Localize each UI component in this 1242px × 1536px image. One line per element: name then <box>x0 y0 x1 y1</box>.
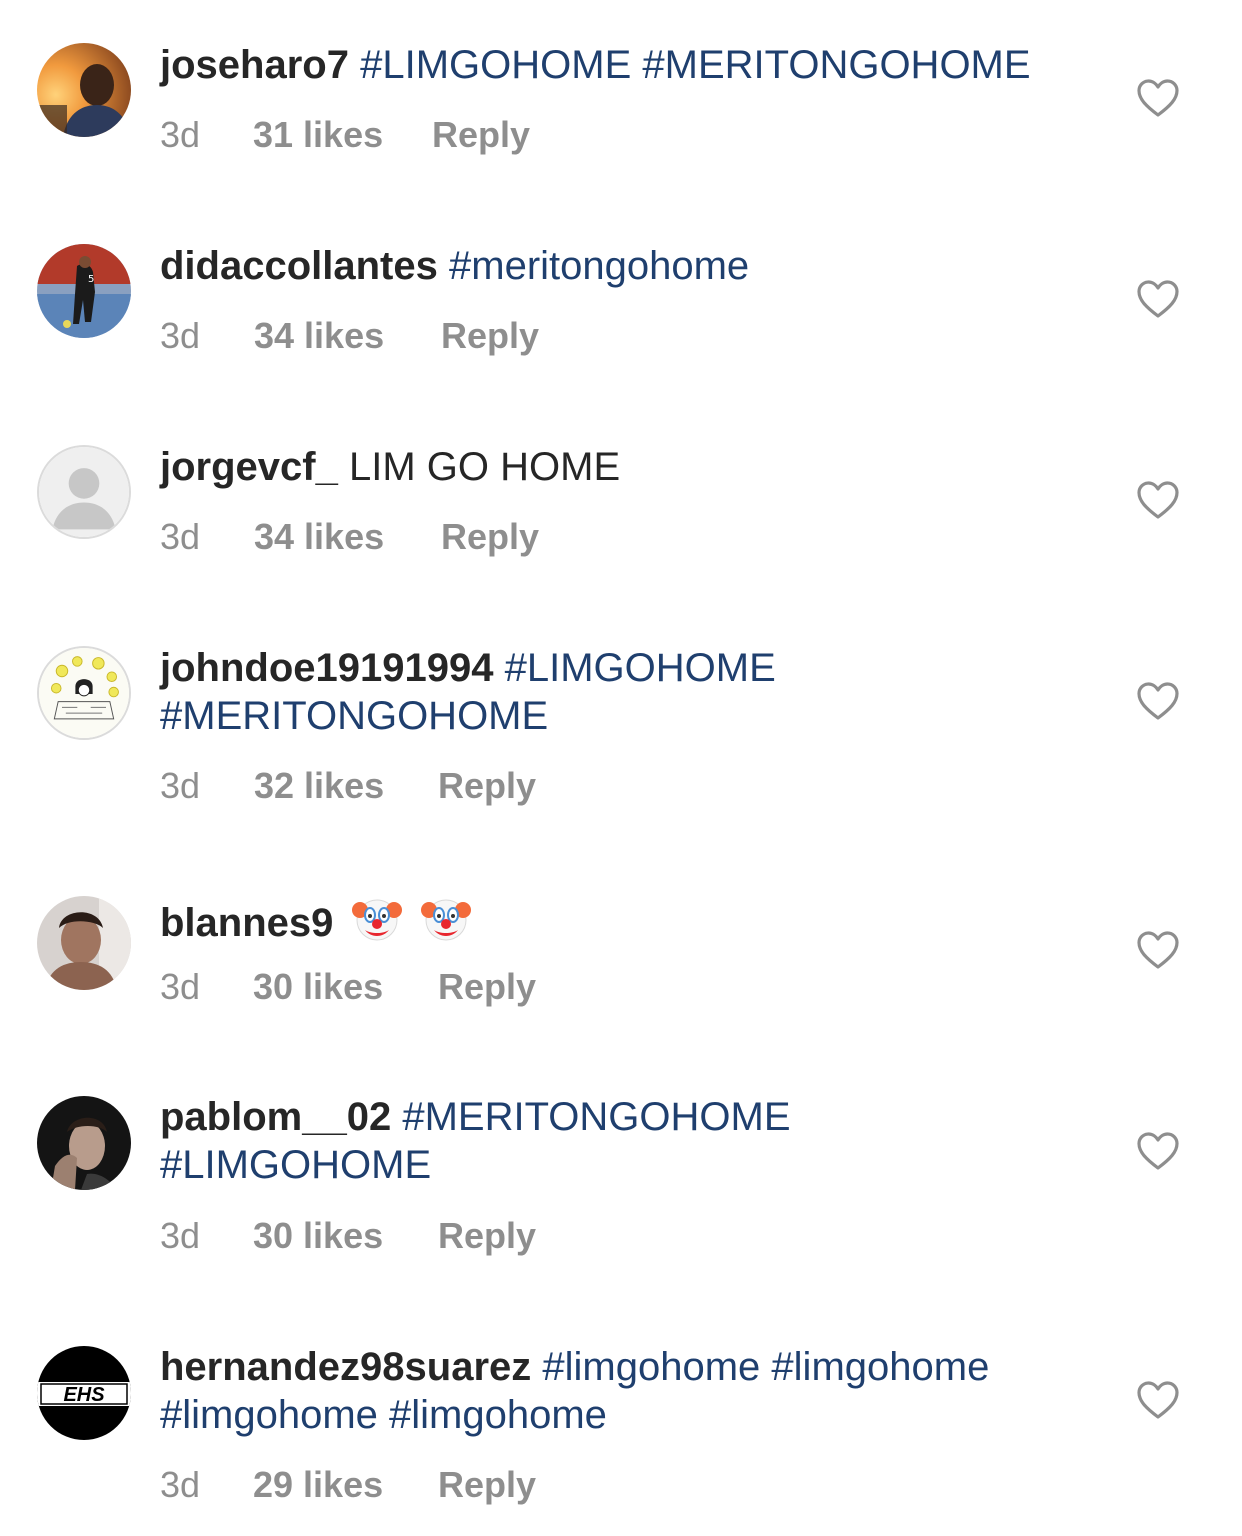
likes-count[interactable]: 30 likes <box>253 965 383 1009</box>
reply-button[interactable]: Reply <box>441 314 539 358</box>
likes-count[interactable]: 34 likes <box>254 314 384 358</box>
hashtag-link[interactable]: #limgohome <box>389 1393 607 1437</box>
comment-username[interactable]: pablom__02 <box>160 1095 391 1139</box>
default-avatar-icon <box>39 447 129 537</box>
like-button[interactable] <box>1136 1131 1180 1171</box>
comment-time: 3d <box>160 516 201 557</box>
hashtag-link[interactable]: #MERITONGOHOME <box>642 43 1030 87</box>
avatar[interactable] <box>37 896 131 990</box>
hashtag-link[interactable]: #limgohome <box>160 1393 378 1437</box>
like-button[interactable] <box>1136 681 1180 721</box>
comment-text: pablom__02 #MERITONGOHOME #LIMGOHOME <box>160 1093 1090 1189</box>
comments-list: joseharo7 #LIMGOHOME #MERITONGOHOME 3d 3… <box>0 0 1242 1536</box>
like-button[interactable] <box>1136 78 1180 118</box>
avatar[interactable] <box>37 445 131 539</box>
likes-count[interactable]: 34 likes <box>254 515 384 559</box>
comment-username[interactable]: jorgevcf_ <box>160 445 338 489</box>
heart-icon <box>1137 481 1179 519</box>
hashtag-link[interactable]: #LIMGOHOME <box>505 646 776 690</box>
likes-count[interactable]: 32 likes <box>254 764 384 808</box>
hashtag-link[interactable]: #LIMGOHOME <box>160 1143 431 1187</box>
reply-button[interactable]: Reply <box>432 113 530 157</box>
avatar[interactable]: 5 <box>37 244 131 338</box>
comment-username[interactable]: johndoe19191994 <box>160 646 494 690</box>
reply-button[interactable]: Reply <box>438 965 536 1009</box>
avatar-logo-text: EHS <box>63 1384 105 1406</box>
heart-icon <box>1137 1381 1179 1419</box>
reply-button[interactable]: Reply <box>438 1463 536 1507</box>
comment-time: 3d <box>160 1215 201 1256</box>
like-button[interactable] <box>1136 480 1180 520</box>
avatar-futsal-player-icon: 5 <box>37 244 131 338</box>
likes-count[interactable]: 31 likes <box>253 113 383 157</box>
avatar[interactable] <box>37 646 131 740</box>
reply-button[interactable]: Reply <box>438 764 536 808</box>
comment-text: hernandez98suarez #limgohome #limgohome … <box>160 1343 1090 1439</box>
comment-time: 3d <box>160 765 201 806</box>
comment-text: jorgevcf_ LIM GO HOME <box>160 443 1090 491</box>
avatar-dark-portrait-icon <box>37 1096 131 1190</box>
likes-count[interactable]: 30 likes <box>253 1214 383 1258</box>
like-button[interactable] <box>1136 279 1180 319</box>
like-button[interactable] <box>1136 930 1180 970</box>
heart-icon <box>1137 931 1179 969</box>
avatar[interactable] <box>37 1096 131 1190</box>
hashtag-link[interactable]: #LIMGOHOME <box>360 43 631 87</box>
reply-button[interactable]: Reply <box>438 1214 536 1258</box>
avatar[interactable]: EHS <box>37 1346 131 1440</box>
avatar-drawing-icon <box>39 648 129 738</box>
hashtag-link[interactable]: #MERITONGOHOME <box>160 694 548 738</box>
comment-username[interactable]: didaccollantes <box>160 244 438 288</box>
avatar-sunset-portrait-icon <box>37 43 131 137</box>
comment-text: blannes9 <box>160 892 1090 947</box>
comment-body: LIM GO HOME <box>348 445 621 489</box>
heart-icon <box>1137 79 1179 117</box>
hashtag-link[interactable]: #limgohome <box>771 1345 989 1389</box>
comment-username[interactable]: joseharo7 <box>160 43 349 87</box>
comment-time: 3d <box>160 114 201 155</box>
avatar[interactable] <box>37 43 131 137</box>
heart-icon <box>1137 1132 1179 1170</box>
heart-icon <box>1137 280 1179 318</box>
likes-count[interactable]: 29 likes <box>253 1463 383 1507</box>
like-button[interactable] <box>1136 1380 1180 1420</box>
hashtag-link[interactable]: #meritongohome <box>449 244 749 288</box>
comment-time: 3d <box>160 315 201 356</box>
comment-time: 3d <box>160 1464 201 1505</box>
hashtag-link[interactable]: #MERITONGOHOME <box>402 1095 790 1139</box>
clown-face-icon <box>351 892 403 944</box>
hashtag-link[interactable]: #limgohome <box>542 1345 760 1389</box>
comment-time: 3d <box>160 966 201 1007</box>
reply-button[interactable]: Reply <box>441 515 539 559</box>
comment-username[interactable]: hernandez98suarez <box>160 1345 531 1389</box>
avatar-ehs-logo-icon: EHS <box>37 1346 131 1440</box>
comment-text: joseharo7 #LIMGOHOME #MERITONGOHOME <box>160 41 1090 89</box>
heart-icon <box>1137 682 1179 720</box>
comment-username[interactable]: blannes9 <box>160 901 333 945</box>
comment-text: johndoe19191994 #LIMGOHOME #MERITONGOHOM… <box>160 644 1090 740</box>
avatar-selfie-icon <box>37 896 131 990</box>
comment-text: didaccollantes #meritongohome <box>160 242 1090 290</box>
clown-face-icon <box>420 892 472 944</box>
svg-text:5: 5 <box>88 274 94 285</box>
